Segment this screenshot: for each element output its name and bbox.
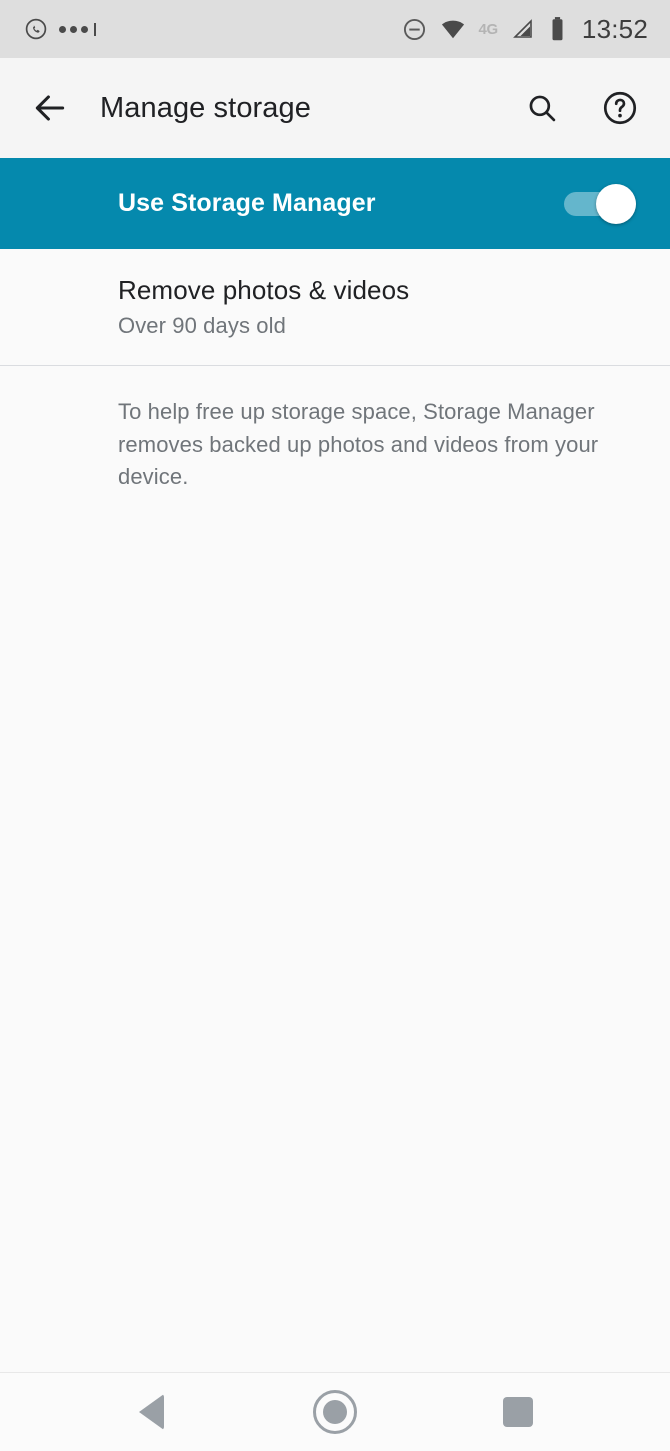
app-bar: Manage storage (0, 58, 670, 158)
back-arrow-icon[interactable] (26, 84, 74, 132)
help-circle-icon[interactable] (594, 82, 646, 134)
wifi-icon (440, 16, 466, 42)
status-bar: 4G 13:52 (0, 0, 670, 58)
page-title: Manage storage (100, 91, 311, 124)
nav-home-button[interactable] (298, 1375, 372, 1449)
status-bar-system-icons: 4G 13:52 (402, 14, 649, 45)
phone-screen: 4G 13:52 Manage storage Use Storage Mana… (0, 0, 670, 1451)
list-item-subtitle: Over 90 days old (118, 313, 286, 338)
do-not-disturb-icon (402, 17, 427, 42)
nav-back-button[interactable] (115, 1375, 189, 1449)
whatsapp-icon (24, 17, 48, 41)
battery-icon (548, 16, 567, 42)
network-type-label: 4G (478, 20, 499, 38)
home-circle-icon (312, 1390, 357, 1434)
content-area: Remove photos & videos Over 90 days old … (0, 249, 670, 1372)
recents-square-icon (503, 1397, 534, 1427)
nav-recents-button[interactable] (481, 1375, 555, 1449)
system-navigation-bar (0, 1372, 670, 1451)
list-item-title: Remove photos & videos (118, 275, 410, 305)
use-storage-manager-row[interactable]: Use Storage Manager (0, 158, 670, 249)
more-dots-icon (59, 22, 96, 36)
status-bar-notifications (24, 17, 96, 41)
use-storage-manager-label: Use Storage Manager (118, 189, 376, 217)
back-triangle-icon (139, 1394, 165, 1430)
list-item-remove-photos-videos[interactable]: Remove photos & videos Over 90 days old (0, 249, 670, 365)
cellular-signal-icon (511, 17, 535, 41)
toggle-thumb (596, 183, 636, 224)
use-storage-manager-toggle[interactable] (564, 183, 636, 224)
footer-description: To help free up storage space, Storage M… (118, 399, 599, 490)
search-icon[interactable] (516, 82, 568, 134)
status-bar-clock: 13:52 (581, 13, 648, 44)
